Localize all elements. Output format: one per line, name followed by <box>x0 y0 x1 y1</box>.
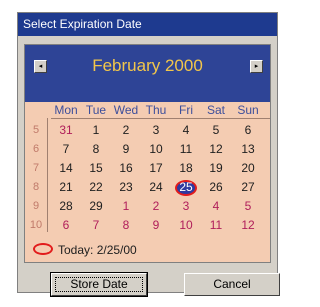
day-cell[interactable]: 28 <box>51 197 81 216</box>
day-cell[interactable]: 18 <box>171 159 201 178</box>
day-cell[interactable]: 20 <box>233 159 263 178</box>
day-cell[interactable]: 23 <box>111 178 141 197</box>
day-cell[interactable]: 6 <box>51 216 81 235</box>
weekday-header: Thu <box>145 103 167 117</box>
day-cell[interactable]: 19 <box>201 159 231 178</box>
day-cell[interactable]: 2 <box>111 121 141 140</box>
week-number: 7 <box>32 162 40 174</box>
selected-day-cell[interactable]: 25 <box>171 178 201 197</box>
day-cell[interactable]: 10 <box>171 216 201 235</box>
weekday-divider <box>51 118 270 119</box>
weekday-header: Wed <box>113 103 139 117</box>
day-cell[interactable]: 1 <box>81 121 111 140</box>
day-cell[interactable]: 11 <box>201 216 231 235</box>
day-cell[interactable]: 2 <box>141 197 171 216</box>
week-number-column: 5 6 7 8 9 10 <box>25 102 47 262</box>
previous-month-button[interactable]: ◂ <box>34 60 47 73</box>
cancel-button[interactable]: Cancel <box>184 273 280 296</box>
week-number: 5 <box>32 124 40 136</box>
day-cell[interactable]: 3 <box>171 197 201 216</box>
day-cell[interactable]: 29 <box>81 197 111 216</box>
weekday-header: Fri <box>179 103 193 117</box>
weekday-header: Mon <box>54 103 78 117</box>
month-calendar: ◂ February 2000 ▸ 5 6 7 8 9 10 Mon Tue Wed Thu Fr… <box>24 44 271 263</box>
day-cell[interactable]: 24 <box>141 178 171 197</box>
week-number: 6 <box>32 143 40 155</box>
day-cell[interactable]: 7 <box>81 216 111 235</box>
day-cell[interactable]: 22 <box>81 178 111 197</box>
weekday-header: Sun <box>237 103 259 117</box>
date-dialog: Select Expiration Date ◂ February 2000 ▸… <box>17 12 280 297</box>
day-cell[interactable]: 1 <box>111 197 141 216</box>
week-column-divider <box>47 118 48 232</box>
today-circle-icon <box>33 243 53 255</box>
month-title: February 2000 <box>92 56 203 75</box>
day-cell[interactable]: 8 <box>111 216 141 235</box>
day-cell[interactable]: 8 <box>81 140 111 159</box>
weekday-header: Tue <box>85 103 107 117</box>
week-number: 10 <box>29 219 43 231</box>
day-cell[interactable]: 15 <box>81 159 111 178</box>
day-cell[interactable]: 5 <box>233 197 263 216</box>
day-cell[interactable]: 3 <box>141 121 171 140</box>
day-cell[interactable]: 9 <box>141 216 171 235</box>
store-date-button[interactable]: Store Date <box>50 272 148 297</box>
day-cell[interactable]: 4 <box>201 197 231 216</box>
today-label: Today: 2/25/00 <box>58 243 137 257</box>
day-cell[interactable]: 6 <box>233 121 263 140</box>
today-link[interactable]: Today: 2/25/00 <box>33 241 233 259</box>
day-cell[interactable]: 11 <box>171 140 201 159</box>
day-cell[interactable]: 27 <box>233 178 263 197</box>
day-cell[interactable]: 5 <box>201 121 231 140</box>
week-number: 9 <box>32 200 40 212</box>
day-cell[interactable]: 16 <box>111 159 141 178</box>
day-cell[interactable]: 26 <box>201 178 231 197</box>
day-cell[interactable]: 17 <box>141 159 171 178</box>
calendar-body: 5 6 7 8 9 10 Mon Tue Wed Thu Fri Sat Sun 31 1 2 3 4 5 6 7 8 9… <box>25 102 270 262</box>
day-cell[interactable]: 14 <box>51 159 81 178</box>
day-cell[interactable]: 9 <box>111 140 141 159</box>
day-cell[interactable]: 12 <box>201 140 231 159</box>
week-number: 8 <box>32 181 40 193</box>
next-month-button[interactable]: ▸ <box>250 60 263 73</box>
day-cell[interactable]: 13 <box>233 140 263 159</box>
day-cell[interactable]: 31 <box>51 121 81 140</box>
day-cell[interactable]: 21 <box>51 178 81 197</box>
store-date-label: Store Date <box>70 277 128 291</box>
day-cell[interactable]: 4 <box>171 121 201 140</box>
day-cell[interactable]: 7 <box>51 140 81 159</box>
calendar-header: ◂ February 2000 ▸ <box>25 45 270 102</box>
weekday-header: Sat <box>206 103 225 117</box>
day-cell[interactable]: 12 <box>233 216 263 235</box>
title-bar: Select Expiration Date <box>18 13 277 36</box>
day-cell[interactable]: 10 <box>141 140 171 159</box>
